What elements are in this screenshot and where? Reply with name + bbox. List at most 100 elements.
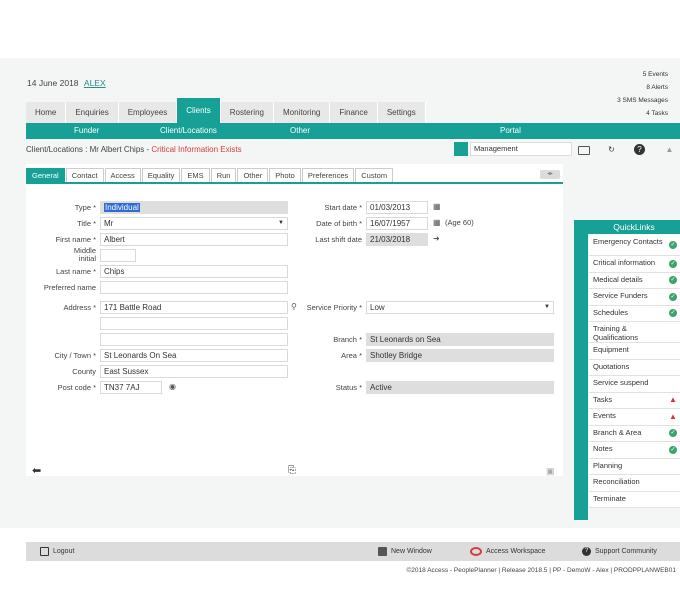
start-date-field[interactable]: 01/03/2013 [366,201,428,214]
calendar-icon[interactable]: ▦ [433,201,441,213]
quicklink-notes[interactable]: Notes ✓ [589,442,680,459]
address-line-1-field[interactable]: 171 Battle Road [100,301,288,314]
events-count-link[interactable]: 5 Events [617,68,668,81]
quicklink-events[interactable]: Events ▲ [589,409,680,426]
first-name-label: First name * [55,235,96,244]
tab-settings[interactable]: Settings [377,102,426,123]
quicklink-label: Medical details [593,274,643,284]
quicklink-service-funders[interactable]: Service Funders ✓ [589,289,680,306]
quicklink-label: Critical information [593,258,656,267]
subnav-funder[interactable]: Funder [74,123,99,139]
subnav-other[interactable]: Other [290,123,310,139]
tab-ems[interactable]: EMS [181,168,210,182]
quicklink-branch-area[interactable]: Branch & Area ✓ [589,425,680,442]
tab-contact[interactable]: Contact [65,168,104,182]
city-field[interactable]: St Leonards On Sea [100,349,288,362]
warning-icon[interactable]: ▲ [664,144,675,155]
tab-equality[interactable]: Equality [141,168,181,182]
last-shift-field: 21/03/2018 [366,233,428,246]
subnav-portal[interactable]: Portal [500,123,521,139]
quicklink-label: Tasks [593,394,613,404]
middle-initial-field[interactable] [100,249,136,262]
subnav-client-locations[interactable]: Client/Locations [160,123,217,139]
first-name-field[interactable]: Albert [100,233,288,246]
county-field[interactable]: East Sussex [100,365,288,378]
tab-finance[interactable]: Finance [330,102,378,123]
title-select[interactable]: Mr ▼ [100,217,288,230]
quicklink-equipment[interactable]: Equipment [589,343,680,360]
tab-custom[interactable]: Custom [355,168,394,182]
tab-other[interactable]: Other [237,168,269,182]
warning-icon: ▲ [669,411,677,421]
preferred-name-field[interactable] [100,281,288,294]
postcode-field[interactable]: TN37 7AJ [100,381,162,394]
new-window-label: New Window [391,548,432,555]
logout-label: Logout [53,548,75,555]
quicklink-critical-information[interactable]: Critical information ✓ [589,256,680,273]
service-priority-value: Low [370,303,385,312]
back-arrow-icon[interactable]: ⬅ [32,465,41,477]
tab-enquiries[interactable]: Enquiries [66,102,119,123]
arrow-right-icon[interactable]: ➜ [433,233,440,245]
address-line-3-field[interactable] [100,333,288,346]
tab-employees[interactable]: Employees [118,102,178,123]
quicklink-quotations[interactable]: Quotations [589,359,680,376]
tab-clients[interactable]: Clients [177,98,221,123]
chevron-down-icon: ▼ [278,220,284,226]
sms-count-link[interactable]: 3 SMS Messages [617,94,668,107]
postcode-label: Post code * [57,383,96,392]
calendar-icon[interactable]: ▦ [433,217,441,229]
tab-monitoring[interactable]: Monitoring [273,102,331,123]
quicklink-label: Training & Qualifications [593,324,639,342]
last-name-field[interactable]: Chips [100,265,288,278]
quicklink-medical-details[interactable]: Medical details ✓ [589,272,680,289]
date-user: 14 June 2018 ALEX [27,78,106,88]
new-window-button[interactable]: New Window [378,542,432,561]
service-priority-select[interactable]: Low ▼ [366,301,554,314]
quicklink-emergency-contacts[interactable]: Emergency Contacts ✓ [589,235,680,256]
quicklink-service-suspend[interactable]: Service suspend [589,376,680,393]
map-pin-icon[interactable]: ◉ [169,381,176,393]
tab-preferences[interactable]: Preferences [301,168,355,182]
dob-field[interactable]: 16/07/1957 [366,217,428,230]
check-circle-icon: ✓ [669,292,677,301]
tab-home[interactable]: Home [26,102,67,123]
help-icon[interactable]: ? [634,144,645,155]
breadcrumb-path: Client/Locations : Mr Albert Chips - [26,145,152,154]
check-circle-icon: ✓ [669,241,677,249]
tab-rostering[interactable]: Rostering [220,102,274,123]
type-select[interactable]: Individual [100,201,288,214]
user-link[interactable]: ALEX [84,78,106,88]
management-field[interactable]: Management [470,142,572,156]
quicklink-schedules[interactable]: Schedules ✓ [589,305,680,322]
quicklink-label: Reconciliation [593,477,640,486]
alerts-count-link[interactable]: 8 Alerts [617,81,668,94]
age-text: (Age 60) [445,218,474,227]
history-icon[interactable]: ↻ [606,144,617,155]
detail-tabs: General Contact Access Equality EMS Run … [26,168,394,182]
quicklink-tasks[interactable]: Tasks ▲ [589,392,680,409]
access-workspace-button[interactable]: Access Workspace [470,542,545,561]
tab-general[interactable]: General [26,168,65,182]
tab-photo[interactable]: Photo [269,168,301,182]
folder-icon[interactable] [578,146,590,155]
save-icon[interactable]: ▣ [546,465,555,477]
access-logo-icon [470,546,482,556]
quicklink-label: Schedules [593,307,629,317]
help-icon: ? [582,546,591,556]
city-label: City / Town * [54,351,96,360]
service-priority-label: Service Priority * [306,303,362,312]
address-line-2-field[interactable] [100,317,288,330]
tab-run[interactable]: Run [210,168,237,182]
tab-scroll-arrows[interactable]: ◂▸ [540,170,560,179]
quicklink-terminate[interactable]: Terminate [589,491,680,508]
critical-info-link[interactable]: Critical Information Exists [151,145,241,154]
tasks-count-link[interactable]: 4 Tasks [617,107,668,120]
logout-button[interactable]: Logout [40,542,74,561]
exit-icon[interactable]: ⎘ [288,465,296,477]
quicklink-reconciliation[interactable]: Reconciliation [589,475,680,492]
support-community-button[interactable]: ? Support Community [582,542,657,561]
tab-access[interactable]: Access [104,168,141,182]
quicklink-training-qualifications[interactable]: Training & Qualifications [589,322,680,343]
quicklink-planning[interactable]: Planning [589,458,680,475]
